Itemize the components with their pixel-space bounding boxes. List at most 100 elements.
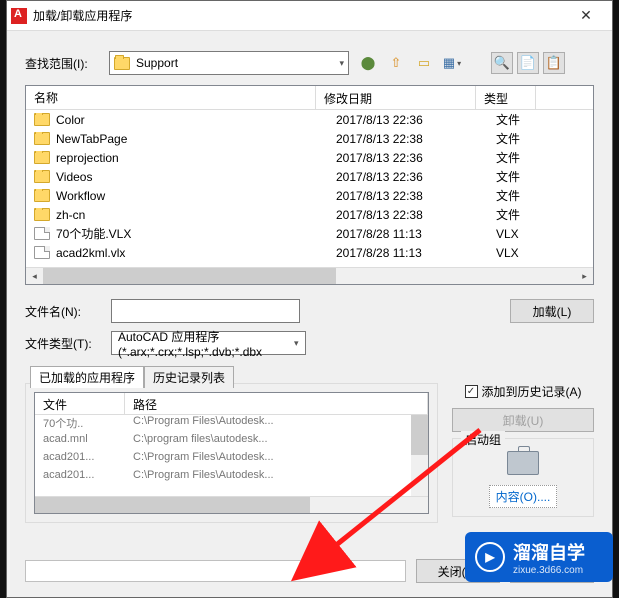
loaded-apps-group: 已加载的应用程序 历史记录列表 文件 路径 70个功..C:\Program F… — [25, 383, 438, 523]
file-date: 2017/8/13 22:36 — [332, 113, 492, 127]
file-date: 2017/8/13 22:38 — [332, 189, 492, 203]
folder-icon — [34, 208, 50, 221]
lookin-combo[interactable]: Support ▾ — [109, 51, 349, 75]
loaded-row[interactable]: 70个功..C:\Program Files\Autodesk... — [35, 415, 428, 433]
contents-button[interactable]: 内容(O).... — [489, 485, 558, 508]
tab-loaded[interactable]: 已加载的应用程序 — [30, 366, 144, 388]
filename-label: 文件名(N): — [25, 303, 99, 320]
loaded-path: C:\Program Files\Autodesk... — [125, 469, 428, 487]
folder-icon — [34, 113, 50, 126]
file-date: 2017/8/13 22:38 — [332, 208, 492, 222]
folder-icon — [34, 151, 50, 164]
nav-up-button[interactable]: ⇧ — [385, 52, 407, 74]
scroll-left-button[interactable]: ◂ — [26, 268, 43, 285]
loaded-col-file[interactable]: 文件 — [35, 393, 125, 414]
file-type: 文件 — [492, 206, 552, 223]
file-date: 2017/8/28 11:13 — [332, 227, 492, 241]
checkbox-icon: ✓ — [465, 385, 478, 398]
badge-text: 溜溜自学 — [513, 543, 585, 563]
file-name: NewTabPage — [56, 132, 127, 146]
file-name: acad2kml.vlx — [56, 246, 125, 260]
loaded-hscroll[interactable] — [35, 496, 428, 513]
loaded-table[interactable]: 文件 路径 70个功..C:\Program Files\Autodesk...… — [34, 392, 429, 514]
file-name: zh-cn — [56, 208, 85, 222]
file-type: 文件 — [492, 111, 552, 128]
loaded-path: C:\Program Files\Autodesk... — [125, 451, 428, 469]
load-button[interactable]: 加载(L) — [510, 299, 594, 323]
file-list[interactable]: 名称 修改日期 类型 Color2017/8/13 22:36文件NewTabP… — [25, 85, 594, 285]
file-name: Workflow — [56, 189, 105, 203]
play-icon: ▶ — [475, 542, 505, 572]
startup-title: 启动组 — [461, 431, 505, 448]
loaded-vscroll[interactable] — [411, 415, 428, 496]
file-row[interactable]: Color 2017/8/13 22:36文件 — [26, 110, 593, 129]
file-row[interactable]: 70个功能.VLX 2017/8/28 11:13VLX — [26, 224, 593, 243]
file-date: 2017/8/13 22:36 — [332, 151, 492, 165]
startup-group: 启动组 内容(O).... — [452, 438, 594, 517]
loaded-file: 70个功.. — [35, 415, 125, 433]
file-name: 70个功能.VLX — [56, 225, 131, 242]
folder-icon — [114, 57, 130, 70]
file-type: 文件 — [492, 187, 552, 204]
file-list-hscroll[interactable]: ◂ ▸ — [26, 267, 593, 284]
filename-input[interactable] — [111, 299, 300, 323]
tool-list-button[interactable]: 📋 — [543, 52, 565, 74]
file-row[interactable]: NewTabPage 2017/8/13 22:38文件 — [26, 129, 593, 148]
filetype-select[interactable]: AutoCAD 应用程序(*.arx;*.crx;*.lsp;*.dvb;*.d… — [111, 331, 306, 355]
loaded-row[interactable]: acad.mnlC:\program files\autodesk... — [35, 433, 428, 451]
file-type: VLX — [492, 227, 552, 241]
file-list-header: 名称 修改日期 类型 — [26, 86, 593, 110]
nav-view-button[interactable]: ▦ — [441, 52, 463, 74]
file-row[interactable]: reprojection 2017/8/13 22:36文件 — [26, 148, 593, 167]
file-type: 文件 — [492, 130, 552, 147]
loaded-path: C:\Program Files\Autodesk... — [125, 415, 428, 433]
file-row[interactable]: acad2kml.vlx 2017/8/28 11:13VLX — [26, 243, 593, 262]
loaded-row[interactable]: acad201...C:\Program Files\Autodesk... — [35, 451, 428, 469]
file-row[interactable]: Videos2017/8/13 22:36文件 — [26, 167, 593, 186]
chevron-down-icon: ▾ — [294, 338, 299, 349]
loaded-file: acad.mnl — [35, 433, 125, 451]
chevron-down-icon: ▾ — [339, 58, 344, 69]
loaded-col-path[interactable]: 路径 — [125, 393, 428, 414]
watermark-badge: ▶ 溜溜自学 zixue.3d66.com — [465, 532, 613, 582]
file-icon — [34, 227, 50, 240]
file-name: Videos — [56, 170, 92, 184]
file-type: VLX — [492, 246, 552, 260]
file-name: reprojection — [56, 151, 119, 165]
file-row[interactable]: Workflow 2017/8/13 22:38文件 — [26, 186, 593, 205]
add-history-checkbox[interactable]: ✓ 添加到历史记录(A) — [465, 383, 582, 400]
tool-page-button[interactable]: 📄 — [517, 52, 539, 74]
file-date: 2017/8/13 22:38 — [332, 132, 492, 146]
folder-icon — [34, 132, 50, 145]
scroll-thumb[interactable] — [43, 268, 336, 285]
lookin-value: Support — [136, 56, 178, 70]
file-type: 文件 — [492, 149, 552, 166]
loaded-path: C:\program files\autodesk... — [125, 433, 428, 451]
folder-icon — [34, 170, 50, 183]
loaded-file: acad201... — [35, 451, 125, 469]
window-title: 加载/卸载应用程序 — [33, 7, 564, 24]
filetype-label: 文件类型(T): — [25, 335, 99, 352]
tool-search-button[interactable]: 🔍 — [491, 52, 513, 74]
loaded-row[interactable]: acad201...C:\Program Files\Autodesk... — [35, 469, 428, 487]
close-window-button[interactable]: ✕ — [564, 1, 608, 31]
nav-toolbar: ⬤ ⇧ ▭ ▦ — [357, 52, 463, 74]
col-date-header[interactable]: 修改日期 — [316, 86, 476, 109]
tab-history[interactable]: 历史记录列表 — [144, 366, 234, 388]
col-type-header[interactable]: 类型 — [476, 86, 536, 109]
col-name-header[interactable]: 名称 — [26, 86, 316, 109]
unload-button[interactable]: 卸载(U) — [452, 408, 594, 432]
dialog-window: 加载/卸载应用程序 ✕ 查找范围(I): Support ▾ ⬤ ⇧ ▭ ▦ 🔍… — [6, 0, 613, 598]
file-date: 2017/8/28 11:13 — [332, 246, 492, 260]
folder-icon — [34, 189, 50, 202]
file-name: Color — [56, 113, 85, 127]
nav-back-button[interactable]: ⬤ — [357, 52, 379, 74]
dialog-tool-buttons: 🔍 📄 📋 — [491, 52, 565, 74]
titlebar: 加载/卸载应用程序 ✕ — [7, 1, 612, 31]
nav-new-folder-button[interactable]: ▭ — [413, 52, 435, 74]
briefcase-icon — [507, 451, 539, 475]
file-row[interactable]: zh-cn 2017/8/13 22:38文件 — [26, 205, 593, 224]
file-date: 2017/8/13 22:36 — [332, 170, 492, 184]
scroll-right-button[interactable]: ▸ — [576, 268, 593, 285]
status-bar — [25, 560, 406, 582]
